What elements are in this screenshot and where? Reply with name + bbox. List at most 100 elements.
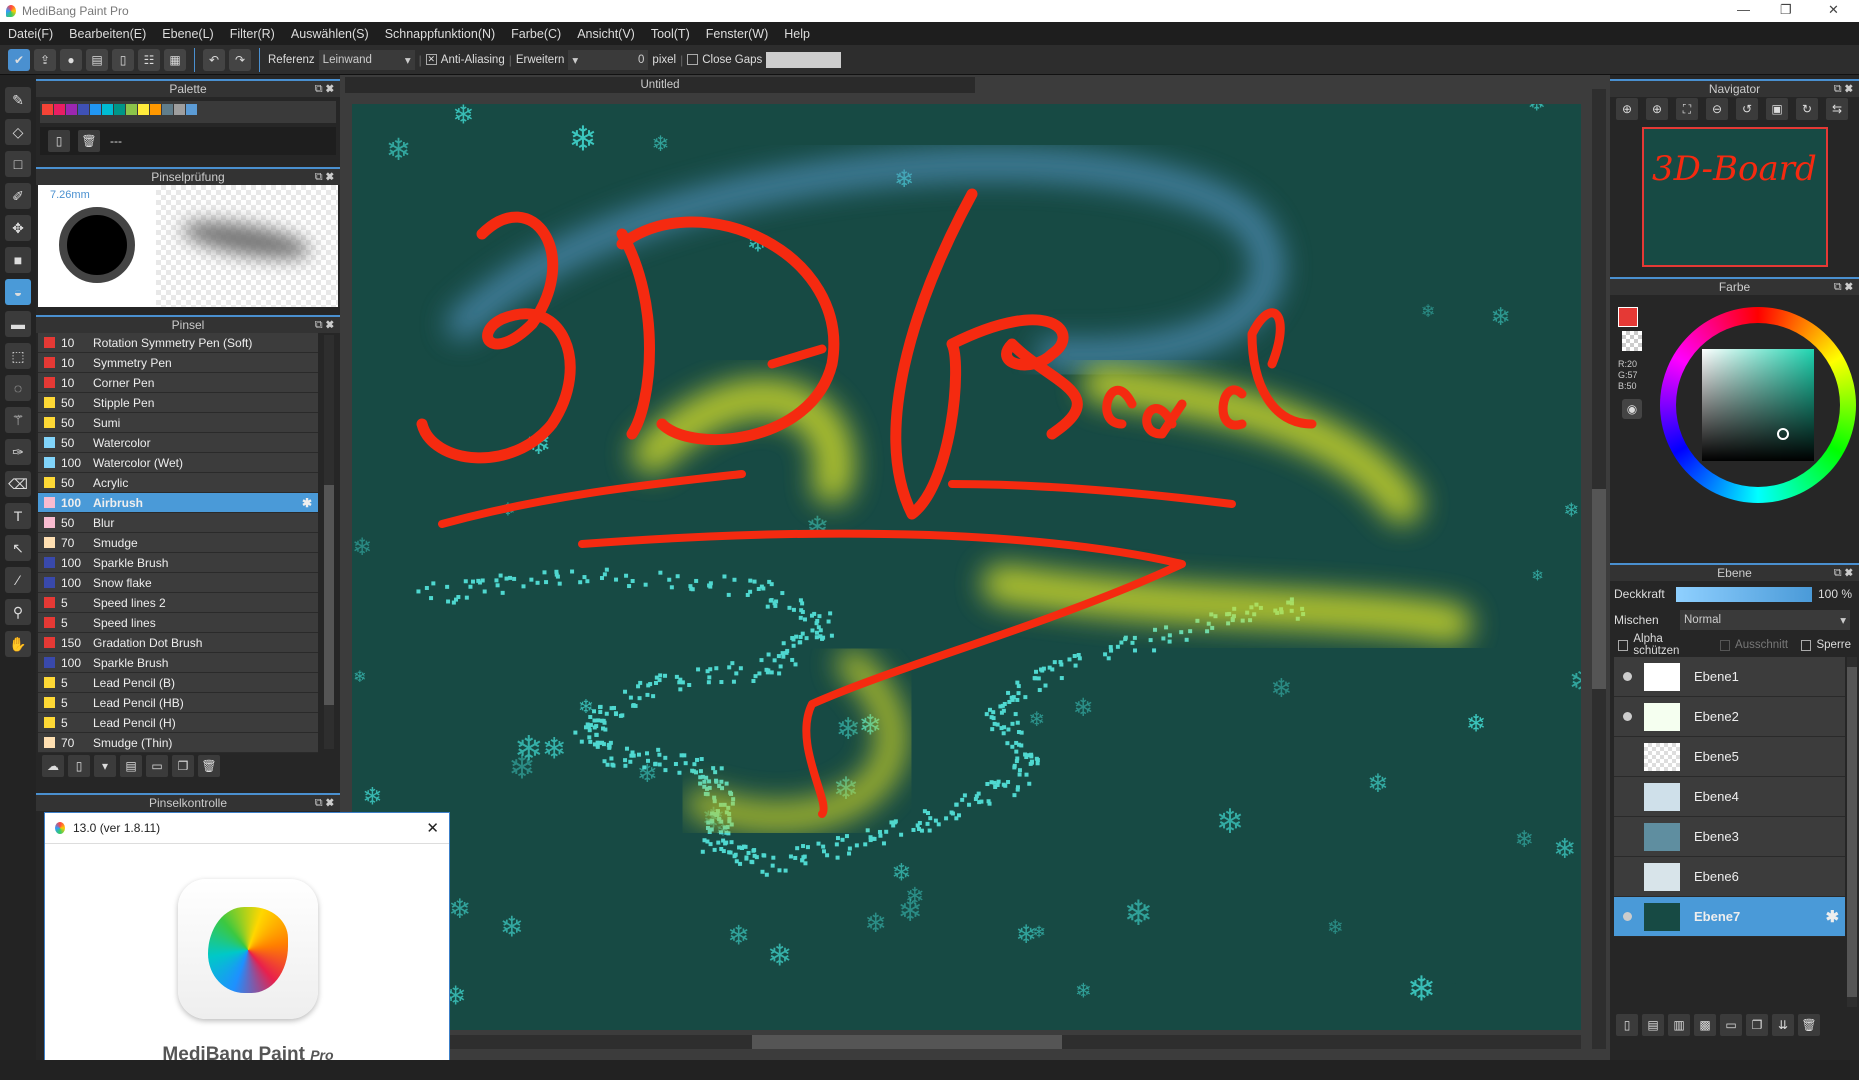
fill-rect-tool-icon[interactable]: ■ [5,247,31,273]
actual-size-icon[interactable]: ▣ [1766,98,1788,120]
color-palette-icon[interactable]: ◉ [1622,399,1642,419]
brush-settings-icon[interactable]: ▤ [120,755,142,777]
visibility-icon[interactable] [1623,712,1632,721]
speech-bubble-icon[interactable]: ● [60,48,82,71]
palette-swatch[interactable] [150,104,161,115]
brush-item[interactable]: 50 Acrylic [38,473,318,493]
duplicate-brush-icon[interactable]: ❐ [172,755,194,777]
brush-item[interactable]: 50 Watercolor [38,433,318,453]
bucket-tool-icon[interactable]: ◒ [5,279,31,305]
background-color-swatch[interactable] [1622,331,1642,351]
zoom-out-icon[interactable]: ⊖ [1706,98,1728,120]
document-tab[interactable]: Untitled [345,77,975,93]
magic-wand-tool-icon[interactable]: ⚚ [5,407,31,433]
page-manager-icon[interactable]: ☷ [138,48,160,71]
saturation-value-square[interactable] [1702,349,1814,461]
menu-datei[interactable]: Datei(F) [8,27,53,41]
zoom-in-alt-icon[interactable]: ⊕ [1646,98,1668,120]
color-picker-handle[interactable] [1777,428,1789,440]
delete-brush-icon[interactable]: 🗑 [198,755,220,777]
operation-tool-icon[interactable]: ↖ [5,535,31,561]
brush-item[interactable]: 100 Snow flake [38,573,318,593]
brush-item[interactable]: 5 Speed lines [38,613,318,633]
rotate-right-icon[interactable]: ↻ [1796,98,1818,120]
gear-icon[interactable]: ✱ [302,496,312,510]
new-layer-icon[interactable]: ▯ [1616,1014,1638,1036]
brush-item[interactable]: 150 Gradation Dot Brush [38,633,318,653]
layer-item[interactable]: Ebene3 [1614,817,1845,857]
new-palette-icon[interactable]: ▯ [48,130,70,152]
menu-farbe[interactable]: Farbe(C) [511,27,561,41]
lock-checkbox[interactable] [1801,639,1812,651]
brush-item[interactable]: 5 Lead Pencil (H) [38,713,318,733]
restore-button[interactable]: ❐ [1780,2,1792,18]
brush-tool-icon[interactable]: ✎ [5,87,31,113]
layer-item[interactable]: Ebene7 ✱ [1614,897,1845,937]
gear-icon[interactable]: ✱ [1826,907,1839,927]
select-rect-tool-icon[interactable]: ⬚ [5,343,31,369]
delete-palette-icon[interactable]: 🗑 [78,130,100,152]
eraser-tool-icon[interactable]: ◇ [5,119,31,145]
palette-swatch[interactable] [42,104,53,115]
palette-swatch[interactable] [78,104,89,115]
menu-ebene[interactable]: Ebene(L) [162,27,213,41]
delete-layer-icon[interactable]: 🗑 [1798,1014,1820,1036]
palette-swatch[interactable] [102,104,113,115]
panel-controls[interactable]: ⧉ ✖ [315,169,334,185]
tile-icon[interactable]: ▦ [164,48,186,71]
menu-schnappfunktion[interactable]: Schnappfunktion(N) [385,27,495,41]
brush-item[interactable]: 70 Smudge [38,533,318,553]
panel-controls[interactable]: ⧉ ✖ [1834,279,1853,295]
menu-fenster[interactable]: Fenster(W) [706,27,769,41]
brush-item[interactable]: 5 Speed lines 2 [38,593,318,613]
eyedropper-tool-icon[interactable]: ⚲ [5,599,31,625]
merge-layer-icon[interactable]: ⇊ [1772,1014,1794,1036]
new-1bit-layer-icon[interactable]: ▩ [1694,1014,1716,1036]
select-pen-tool-icon[interactable]: ✑ [5,439,31,465]
panel-controls[interactable]: ⧉ ✖ [315,317,334,333]
new-8bit-layer-icon[interactable]: ▥ [1668,1014,1690,1036]
layer-item[interactable]: Ebene4 [1614,777,1845,817]
gradient-tool-icon[interactable]: ▬ [5,311,31,337]
visibility-icon[interactable] [1623,672,1632,681]
brush-item[interactable]: 100 Airbrush ✱ [38,493,318,513]
palette-swatch[interactable] [90,104,101,115]
rotate-left-icon[interactable]: ↺ [1736,98,1758,120]
fit-icon[interactable]: ⛶ [1676,98,1698,120]
opacity-slider[interactable] [1676,586,1812,602]
menu-filter[interactable]: Filter(R) [230,27,275,41]
flip-icon[interactable]: ⇆ [1826,98,1848,120]
move-tool-icon[interactable]: ✥ [5,215,31,241]
layer-list-scrollbar[interactable] [1847,657,1857,1007]
duplicate-layer-icon[interactable]: ❐ [1746,1014,1768,1036]
layer-folder-icon[interactable]: ▭ [1720,1014,1742,1036]
palette-swatch[interactable] [174,104,185,115]
layer-item[interactable]: Ebene6 [1614,857,1845,897]
palette-swatch[interactable] [138,104,149,115]
brush-item[interactable]: 70 Smudge (Thin) [38,733,318,753]
cloud-icon[interactable]: ✔ [8,48,30,71]
panel-controls[interactable]: ⧉ ✖ [1834,565,1853,581]
panel-controls[interactable]: ⧉ ✖ [315,81,334,97]
brush-item[interactable]: 100 Sparkle Brush [38,553,318,573]
dot-pen-tool-icon[interactable]: ✐ [5,183,31,209]
palette-swatch[interactable] [54,104,65,115]
menu-ansicht[interactable]: Ansicht(V) [577,27,635,41]
clipping-checkbox[interactable] [1719,639,1731,651]
anti-aliasing-checkbox[interactable]: ✕ [425,54,437,65]
about-close-button[interactable]: ✕ [426,819,439,837]
undo-icon[interactable]: ↶ [203,48,225,71]
brush-options-icon[interactable]: ▾ [94,755,116,777]
text-tool-icon[interactable]: T [5,503,31,529]
brush-item[interactable]: 5 Lead Pencil (HB) [38,693,318,713]
divide-tool-icon[interactable]: ⁄ [5,567,31,593]
brush-item[interactable]: 5 Lead Pencil (B) [38,673,318,693]
foreground-color-swatch[interactable] [1618,307,1638,327]
layer-item[interactable]: Ebene5 [1614,737,1845,777]
layer-item[interactable]: Ebene1 [1614,657,1845,697]
cloud-brush-icon[interactable]: ☁ [42,755,64,777]
referenz-select[interactable]: Leinwand ▾ [318,49,415,70]
brush-item[interactable]: 10 Symmetry Pen [38,353,318,373]
brush-item[interactable]: 50 Sumi [38,413,318,433]
palette-swatch[interactable] [114,104,125,115]
